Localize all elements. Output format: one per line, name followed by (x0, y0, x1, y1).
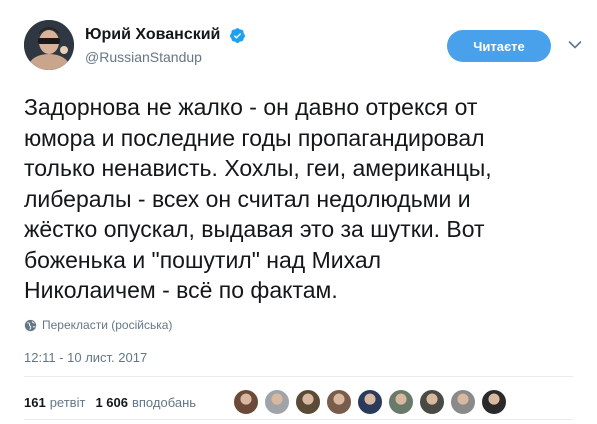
likes-count: 1 606 (95, 394, 128, 410)
liker-avatar-9[interactable] (481, 389, 507, 415)
retweets-stat[interactable]: 161 ретвіт (24, 395, 85, 410)
tweet-text: Задорнова не жалко - он давно отрекся от… (24, 94, 492, 303)
globe-icon (24, 319, 37, 331)
retweets-count: 161 (24, 394, 46, 410)
translate-label[interactable]: Перекласти (російська) (42, 318, 172, 332)
divider (24, 376, 573, 377)
author-display-name[interactable]: Юрий Хованский (85, 25, 220, 45)
chevron-down-icon[interactable] (568, 40, 582, 50)
liker-avatar-8[interactable] (450, 389, 476, 415)
liker-avatar-3[interactable] (295, 389, 321, 415)
liker-avatar-7[interactable] (419, 389, 445, 415)
tweet-stats: 161 ретвіт 1 606 вподобань (24, 388, 206, 416)
divider (24, 419, 573, 420)
verified-badge-icon (229, 27, 245, 43)
author-name-block[interactable]: Юрий Хованский @RussianStandup (85, 25, 246, 66)
liker-avatar-2[interactable] (264, 389, 290, 415)
liker-avatar-6[interactable] (388, 389, 414, 415)
tweet-card: Юрий Хованский @RussianStandup Читаєте З… (0, 0, 597, 424)
author-handle[interactable]: @RussianStandup (85, 48, 246, 66)
following-button[interactable]: Читаєте (447, 30, 551, 62)
liker-avatar-5[interactable] (357, 389, 383, 415)
liker-avatar-4[interactable] (326, 389, 352, 415)
likes-label: вподобань (131, 394, 197, 410)
translate-link[interactable]: Перекласти (російська) (24, 318, 172, 332)
retweets-label: ретвіт (49, 394, 86, 410)
author-avatar[interactable] (24, 20, 74, 70)
tweet-timestamp[interactable]: 12:11 - 10 лист. 2017 (24, 350, 147, 365)
liker-avatars (233, 389, 512, 415)
liker-avatar-1[interactable] (233, 389, 259, 415)
likes-stat[interactable]: 1 606 вподобань (95, 395, 196, 410)
